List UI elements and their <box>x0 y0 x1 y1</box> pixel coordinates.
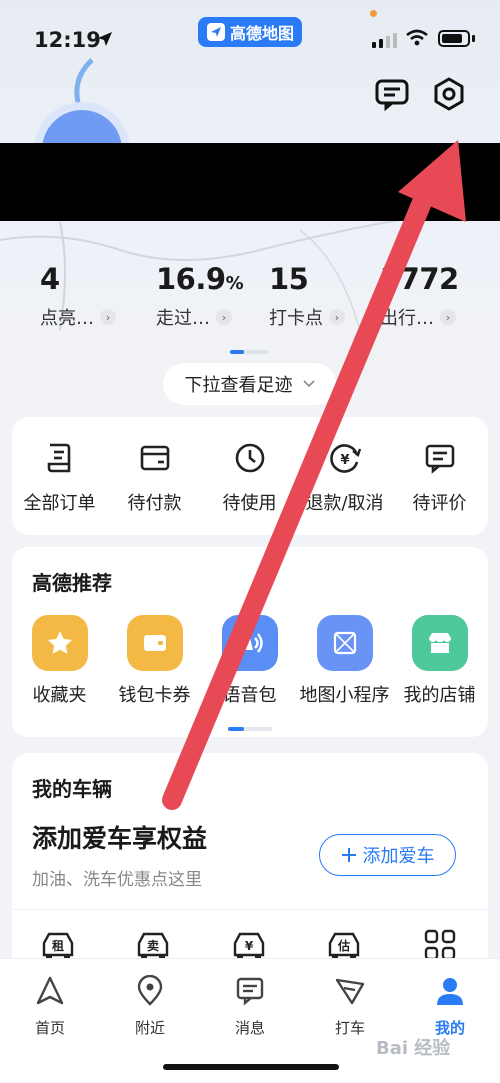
recommend-card: 高德推荐 收藏夹 钱包卡券 语音包 地图小程序 我的店铺 <box>12 547 488 737</box>
privacy-indicator <box>370 10 377 17</box>
vehicle-headline: 添加爱车享权益 <box>32 824 208 853</box>
app-pill-label: 高德地图 <box>229 24 294 43</box>
tab-messages[interactable]: 消息 <box>215 975 285 1038</box>
vehicle-title: 我的车辆 <box>32 777 112 801</box>
car-estimate-glyph: 估 <box>337 938 350 953</box>
vehicle-card: 我的车辆 添加爱车享权益 加油、洗车优惠点这里 添加爱车 租 卖 ¥ 估 <box>12 753 488 983</box>
recommend-pager <box>228 727 272 731</box>
location-arrow-icon <box>98 32 112 46</box>
add-car-button[interactable]: 添加爱车 <box>319 834 456 876</box>
receipt-icon <box>47 443 70 473</box>
app-logo-icon <box>206 23 225 41</box>
watermark: Bai 经验 <box>376 1038 451 1059</box>
rent-car-icon[interactable]: 租 <box>40 929 76 961</box>
pull-down-hint[interactable]: 下拉查看足迹 <box>163 363 336 405</box>
star-icon <box>31 615 88 671</box>
sell-car-glyph: 卖 <box>147 938 159 953</box>
taxi-icon <box>335 978 365 1005</box>
order-pending-payment[interactable]: 待付款 <box>107 441 202 515</box>
clock-icon <box>235 443 264 473</box>
home-indicator[interactable] <box>163 1064 339 1070</box>
orders-card: 全部订单 待付款 待使用 ¥ 退款/取消 待评价 <box>12 417 488 535</box>
order-to-use[interactable]: 待使用 <box>202 441 297 515</box>
redacted-region <box>0 143 500 221</box>
tab-taxi[interactable]: 打车 <box>315 975 385 1038</box>
chevron-right-icon: › <box>216 309 232 325</box>
chevron-right-icon: › <box>100 309 116 325</box>
grid-icon[interactable] <box>422 929 458 961</box>
battery-tip <box>472 35 475 42</box>
shop-icon <box>411 615 468 671</box>
message-icon <box>236 977 264 1006</box>
signal-icon <box>372 33 397 48</box>
car-price-glyph: ¥ <box>245 939 254 953</box>
wallet-icon <box>140 445 169 471</box>
refund-icon: ¥ <box>329 444 361 473</box>
chevron-right-icon: › <box>440 309 456 325</box>
settings-icon[interactable] <box>431 76 467 112</box>
tab-home[interactable]: 首页 <box>15 975 85 1038</box>
order-to-review[interactable]: 待评价 <box>392 441 487 515</box>
status-time: 12:19 <box>34 28 101 52</box>
stat-lit-cities[interactable]: 4 点亮… › <box>40 262 116 330</box>
tab-nearby[interactable]: 附近 <box>115 974 185 1038</box>
tab-mine[interactable]: 我的 <box>415 975 485 1038</box>
order-refund[interactable]: ¥ 退款/取消 <box>297 441 392 515</box>
pull-hint-label: 下拉查看足迹 <box>184 375 293 396</box>
navigation-icon <box>36 976 64 1005</box>
svg-text:¥: ¥ <box>340 453 349 468</box>
user-icon <box>437 978 463 1005</box>
wallet-card-icon <box>126 615 183 671</box>
car-price-icon[interactable]: ¥ <box>231 929 267 961</box>
battery-icon <box>438 30 470 47</box>
order-all[interactable]: 全部订单 <box>12 441 107 515</box>
footprint-stats: 4 点亮… › 16.9% 走过… › 15 打卡点 › 3772 出行… › <box>0 262 500 332</box>
stat-trips[interactable]: 3772 出行… › <box>380 262 459 330</box>
mini-program-icon <box>316 615 373 671</box>
recommend-title: 高德推荐 <box>32 571 112 595</box>
recommend-my-shop[interactable]: 我的店铺 <box>392 615 487 707</box>
wifi-icon <box>406 29 428 46</box>
stats-pager <box>230 350 268 354</box>
chevron-down-icon <box>302 380 315 388</box>
stat-checkins[interactable]: 15 打卡点 › <box>269 262 345 330</box>
stat-visited-percent[interactable]: 16.9% 走过… › <box>156 262 244 330</box>
recommend-favorites[interactable]: 收藏夹 <box>12 615 107 707</box>
recommend-wallet[interactable]: 钱包卡券 <box>107 615 202 707</box>
location-pin-icon <box>137 974 163 1006</box>
sell-car-icon[interactable]: 卖 <box>135 929 171 961</box>
plus-icon <box>341 848 356 862</box>
message-center-icon[interactable] <box>374 76 410 112</box>
vehicle-subtitle: 加油、洗车优惠点这里 <box>32 870 202 890</box>
car-estimate-icon[interactable]: 估 <box>326 929 362 961</box>
recommend-voice-pack[interactable]: 语音包 <box>202 615 297 707</box>
rent-car-glyph: 租 <box>52 939 64 953</box>
chevron-right-icon: › <box>329 309 345 325</box>
status-bar: 12:19 高德地图 <box>0 0 500 70</box>
recommend-mini-program[interactable]: 地图小程序 <box>297 615 392 707</box>
voice-icon <box>221 615 278 671</box>
divider <box>12 909 488 910</box>
add-car-label: 添加爱车 <box>362 846 435 867</box>
app-return-pill[interactable]: 高德地图 <box>198 17 302 47</box>
comment-icon <box>425 444 454 474</box>
